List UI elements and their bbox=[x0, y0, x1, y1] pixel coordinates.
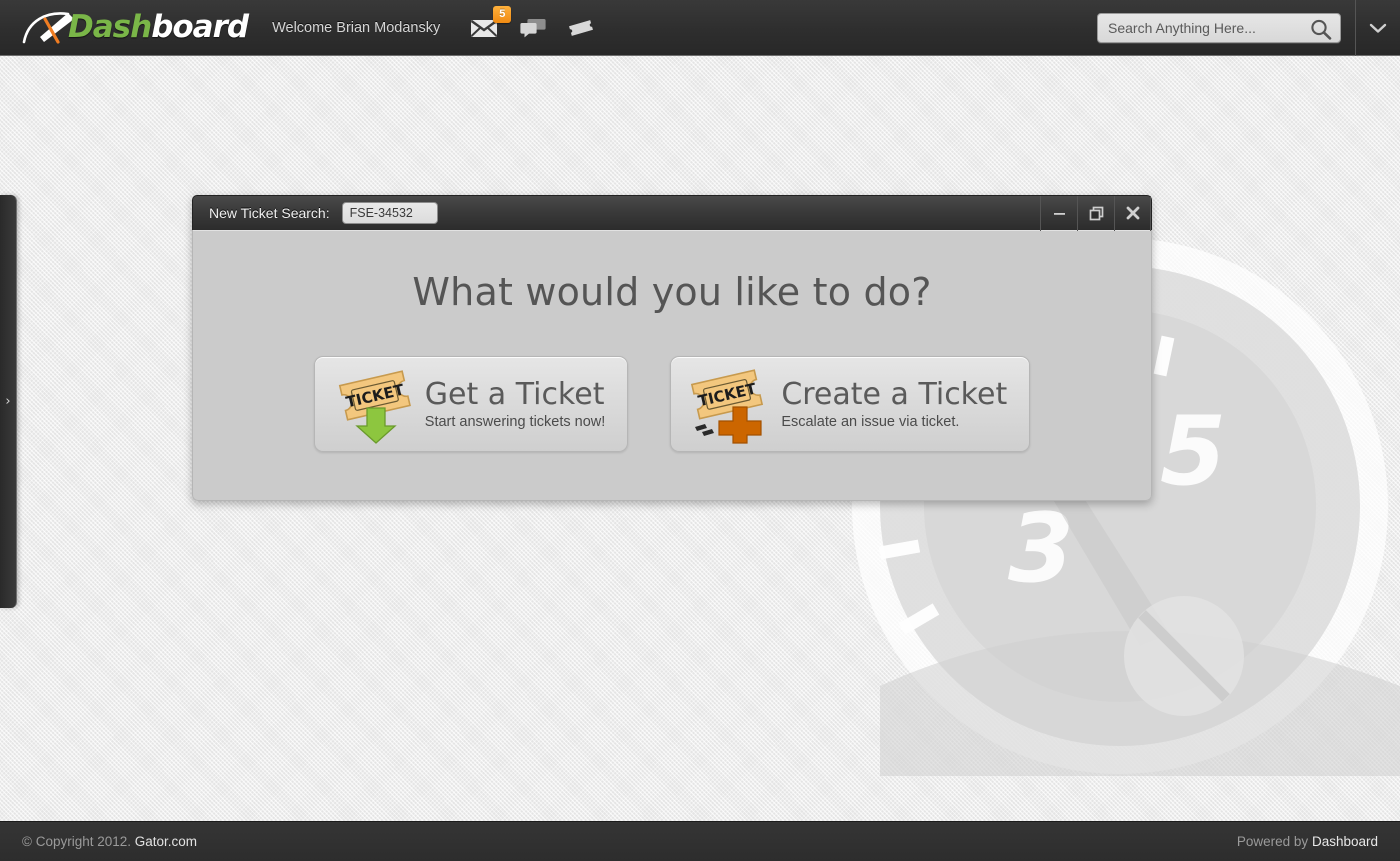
header-icon-group: 5 bbox=[470, 5, 594, 48]
minimize-icon bbox=[1053, 212, 1065, 215]
restore-button[interactable] bbox=[1077, 195, 1114, 231]
chevron-down-glyph bbox=[1369, 23, 1387, 33]
choice-group: TICKET Get a Ticket Start answering tick… bbox=[193, 356, 1151, 452]
choice-subtitle: Escalate an issue via ticket. bbox=[781, 414, 960, 431]
chevron-down-icon[interactable] bbox=[1356, 0, 1400, 56]
footer-powered-by: Powered by Dashboard bbox=[1237, 834, 1378, 849]
ticket-download-icon: TICKET bbox=[338, 370, 411, 444]
gauge-number-3: 3 bbox=[1008, 494, 1074, 604]
close-button[interactable] bbox=[1114, 195, 1151, 231]
dialog-titlebar[interactable]: New Ticket Search: bbox=[192, 195, 1152, 231]
gauge-number-5: 5 bbox=[1160, 397, 1226, 507]
welcome-message: Welcome Brian Modansky bbox=[272, 19, 441, 36]
window-controls bbox=[1040, 195, 1151, 231]
create-a-ticket-text: Create a Ticket Escalate an issue via ti… bbox=[781, 378, 1007, 431]
minimize-button[interactable] bbox=[1040, 195, 1077, 231]
logo-text-dash: Dash bbox=[68, 9, 152, 45]
choice-title: Get a Ticket bbox=[424, 376, 605, 412]
app-header: Dashboard Welcome Brian Modansky 5 bbox=[0, 0, 1400, 56]
copyright-text: © Copyright 2012. bbox=[22, 834, 132, 849]
new-ticket-search-dialog: New Ticket Search: What would you bbox=[192, 195, 1152, 501]
close-icon bbox=[1126, 206, 1139, 220]
footer-copyright: © Copyright 2012. Gator.com bbox=[22, 834, 197, 849]
choice-subtitle: Start answering tickets now! bbox=[424, 414, 606, 431]
header-right-group bbox=[1097, 0, 1400, 56]
choice-title: Create a Ticket bbox=[781, 376, 1008, 412]
search-box[interactable] bbox=[1097, 12, 1341, 43]
search-icon[interactable] bbox=[1310, 19, 1332, 40]
app-logo[interactable]: Dashboard bbox=[20, 8, 249, 48]
chat-icon[interactable] bbox=[520, 18, 546, 38]
dialog-title: New Ticket Search: bbox=[209, 205, 330, 221]
chat-bubbles-glyph bbox=[520, 18, 546, 37]
mail-badge: 5 bbox=[493, 5, 512, 23]
ticket-number-input[interactable] bbox=[341, 202, 438, 224]
restore-icon bbox=[1089, 206, 1103, 220]
collapsed-sidebar[interactable]: › bbox=[0, 195, 17, 608]
create-a-ticket-button[interactable]: TICKET Create a Ticket Escalate an issue… bbox=[670, 356, 1031, 452]
search-input[interactable] bbox=[1098, 19, 1340, 36]
mail-icon[interactable]: 5 bbox=[470, 5, 512, 38]
page-title: What would you like to do? bbox=[412, 270, 932, 314]
company-link[interactable]: Gator.com bbox=[135, 834, 197, 849]
logo-text-board: board bbox=[151, 9, 249, 45]
logo-wordmark: Dashboard bbox=[68, 9, 249, 45]
dialog-body: What would you like to do? TICKET Get a … bbox=[192, 230, 1152, 501]
ticket-glyph bbox=[569, 19, 594, 36]
app-footer: © Copyright 2012. Gator.com Powered by D… bbox=[0, 821, 1400, 861]
get-a-ticket-text: Get a Ticket Start answering tickets now… bbox=[425, 378, 606, 431]
chevron-right-icon: › bbox=[5, 394, 11, 409]
stack-marks-glyph bbox=[695, 424, 715, 436]
ticket-icon[interactable] bbox=[568, 19, 594, 37]
powered-by-text: Powered by bbox=[1236, 834, 1309, 849]
ticket-add-icon: TICKET bbox=[691, 369, 764, 444]
get-a-ticket-button[interactable]: TICKET Get a Ticket Start answering tick… bbox=[313, 356, 629, 452]
powered-brand-link[interactable]: Dashboard bbox=[1312, 834, 1378, 849]
